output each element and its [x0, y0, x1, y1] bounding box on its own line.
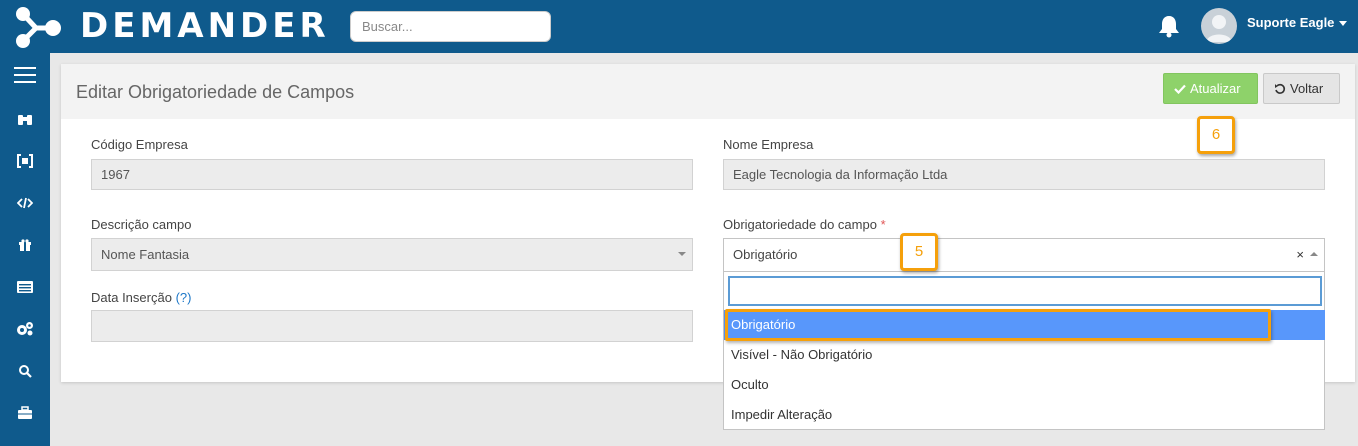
chevron-down-icon — [1339, 21, 1348, 27]
requirement-select-value: Obrigatório — [733, 247, 798, 262]
chevron-up-icon — [1310, 252, 1318, 256]
bell-icon[interactable] — [1156, 13, 1182, 39]
sidebar-menu-toggle[interactable] — [10, 61, 40, 89]
back-button-label: Voltar — [1290, 81, 1324, 96]
requirement-dropdown: Obrigatório Visível - Não Obrigatório Oc… — [723, 272, 1325, 430]
field-description-value: Nome Fantasia — [101, 247, 190, 262]
help-link[interactable]: (?) — [176, 290, 192, 305]
requirement-label-text: Obrigatoriedade do campo — [723, 217, 877, 232]
list-icon — [17, 281, 33, 293]
option-impedir-alteracao[interactable]: Impedir Alteração — [724, 400, 1325, 430]
back-button[interactable]: Voltar — [1263, 73, 1340, 104]
company-code-label: Código Empresa — [91, 137, 188, 152]
code-icon — [17, 197, 33, 209]
sidebar-item-list[interactable] — [10, 273, 40, 301]
step-callout-5: 5 — [900, 233, 938, 271]
page-title: Editar Obrigatoriedade de Campos — [76, 82, 355, 102]
check-icon — [1174, 84, 1186, 94]
top-navbar: DEMANDER Suporte Eagle — [0, 0, 1358, 53]
update-button-label: Atualizar — [1190, 81, 1241, 96]
company-name-label: Nome Empresa — [723, 137, 814, 152]
insert-date-label: Data Inserção (?) — [91, 290, 191, 306]
briefcase-icon — [18, 406, 32, 419]
search-icon — [19, 365, 32, 378]
sidebar — [0, 53, 50, 446]
sidebar-item-search[interactable] — [10, 357, 40, 385]
binoculars-icon — [18, 115, 32, 125]
user-menu[interactable]: Suporte Eagle — [1247, 14, 1348, 32]
gift-icon — [19, 239, 31, 251]
bracket-icon — [17, 154, 33, 168]
sidebar-item-binoculars[interactable] — [10, 105, 40, 133]
app-logo-text: DEMANDER — [80, 6, 330, 46]
sidebar-item-briefcase[interactable] — [10, 399, 40, 427]
option-oculto[interactable]: Oculto — [724, 370, 1325, 400]
insert-date-field[interactable] — [91, 310, 693, 342]
dropdown-search-input[interactable] — [728, 276, 1322, 306]
required-asterisk: * — [880, 217, 886, 232]
company-code-field[interactable]: 1967 — [91, 159, 693, 190]
panel-header: Editar Obrigatoriedade de Campos Atualiz… — [61, 64, 1355, 119]
update-button[interactable]: Atualizar — [1163, 73, 1258, 104]
clear-icon[interactable]: × — [1296, 239, 1304, 271]
step-callout-6: 6 — [1197, 116, 1235, 154]
search-input[interactable] — [350, 11, 551, 42]
user-silhouette-icon — [1206, 15, 1232, 42]
chevron-down-icon — [678, 252, 686, 256]
cogs-icon — [17, 322, 33, 336]
sidebar-item-cogs[interactable] — [10, 315, 40, 343]
insert-date-label-text: Data Inserção — [91, 290, 172, 305]
sidebar-item-gift[interactable] — [10, 231, 40, 259]
undo-icon — [1275, 83, 1286, 94]
requirement-select[interactable]: Obrigatório × — [723, 238, 1325, 272]
option-obrigatorio[interactable]: Obrigatório — [724, 310, 1325, 340]
avatar[interactable] — [1201, 8, 1237, 44]
sidebar-item-bracket[interactable] — [10, 147, 40, 175]
user-name: Suporte Eagle — [1247, 15, 1335, 30]
field-description-label: Descrição campo — [91, 217, 192, 232]
logo-icon — [16, 7, 61, 48]
menu-icon — [14, 67, 36, 83]
sidebar-item-code[interactable] — [10, 189, 40, 217]
field-description-select[interactable]: Nome Fantasia — [91, 238, 693, 271]
company-name-field[interactable]: Eagle Tecnologia da Informação Ltda — [723, 159, 1325, 190]
option-visivel-nao-obrigatorio[interactable]: Visível - Não Obrigatório — [724, 340, 1325, 370]
requirement-label: Obrigatoriedade do campo * — [723, 217, 886, 233]
